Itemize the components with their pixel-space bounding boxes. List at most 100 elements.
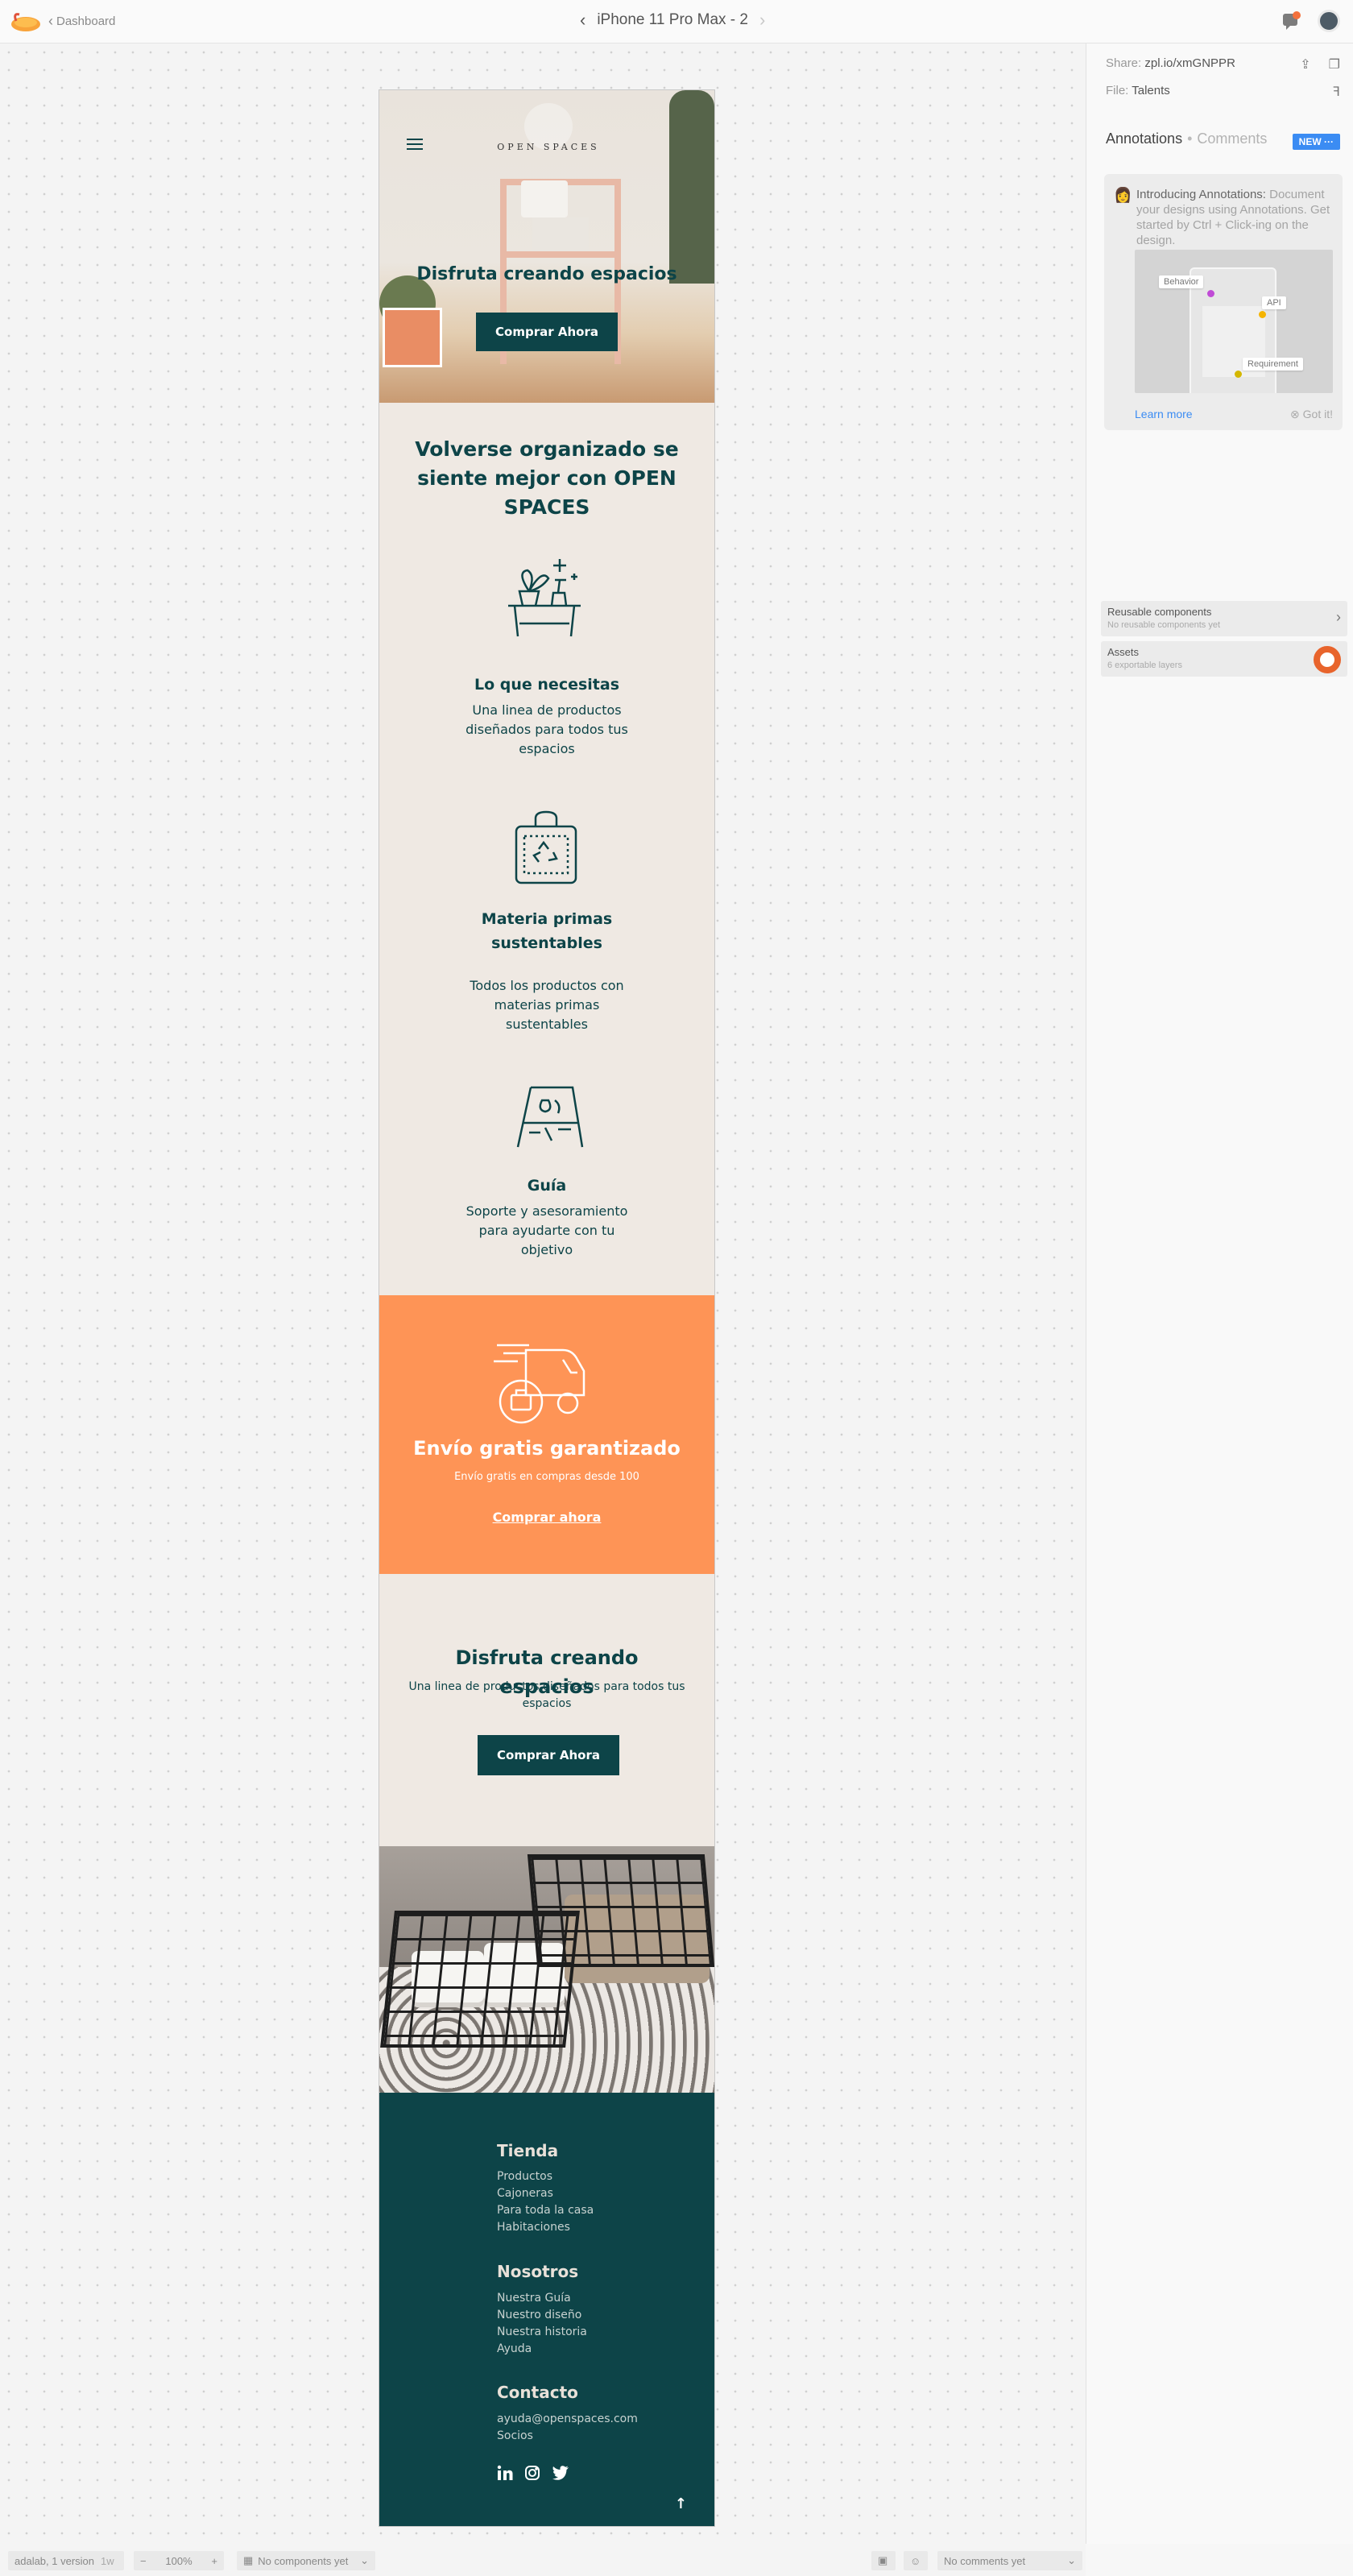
notifications-icon[interactable] bbox=[1281, 10, 1301, 31]
illus-tag: Behavior bbox=[1159, 275, 1204, 288]
file-row: File: Talents bbox=[1106, 84, 1170, 97]
chevron-down-icon: ⌄ bbox=[360, 2554, 369, 2566]
footer-link[interactable]: Para toda la casa bbox=[497, 2202, 594, 2219]
footer-email-link[interactable]: ayuda@openspaces.com bbox=[497, 2411, 638, 2428]
version-info[interactable]: adalab, 1 version 1w bbox=[8, 2551, 124, 2570]
new-badge: NEW ··· bbox=[1292, 134, 1340, 150]
footer-heading: Tienda bbox=[497, 2141, 559, 2160]
section-title: Volverse organizado se siente mejor con … bbox=[415, 437, 679, 519]
footer: Tienda Productos Cajoneras Para toda la … bbox=[379, 2093, 714, 2526]
got-it-label: Got it! bbox=[1302, 408, 1333, 420]
footer-heading: Nosotros bbox=[497, 2262, 579, 2281]
zeplin-logo-icon[interactable] bbox=[8, 6, 43, 35]
footer-link[interactable]: Ayuda bbox=[497, 2341, 532, 2358]
shipping-title: Envío gratis garantizado bbox=[413, 1437, 681, 1460]
screen-navigator: ‹ iPhone 11 Pro Max - 2 › bbox=[580, 10, 765, 31]
wire-basket bbox=[383, 308, 442, 367]
assets-section[interactable]: Assets 6 exportable layers bbox=[1101, 641, 1347, 677]
got-it-button[interactable]: ⊗ Got it! bbox=[1290, 408, 1333, 421]
panel-tabs: Annotations • Comments bbox=[1106, 130, 1268, 147]
top-bar: ‹ Dashboard ‹ iPhone 11 Pro Max - 2 › bbox=[0, 0, 1353, 43]
hamburger-menu-icon[interactable] bbox=[407, 135, 423, 153]
guide-board-icon bbox=[516, 1086, 584, 1148]
linkedin-icon[interactable] bbox=[497, 2465, 513, 2481]
footer-link[interactable]: Socios bbox=[497, 2428, 533, 2445]
brand-logo[interactable]: OPEN SPACES bbox=[492, 103, 605, 168]
feature-description: Soporte y asesoramiento para ayudarte co… bbox=[465, 1203, 628, 1257]
hero-buy-button[interactable]: Comprar Ahora bbox=[476, 313, 618, 351]
close-circle-icon: ⊗ bbox=[1290, 408, 1300, 420]
user-filter-icon[interactable]: ☺ bbox=[904, 2551, 928, 2570]
instagram-icon[interactable] bbox=[524, 2465, 540, 2481]
assets-subtitle: 6 exportable layers bbox=[1107, 661, 1182, 670]
bottom-bar: adalab, 1 version 1w − 100% + ▦ No compo… bbox=[0, 2544, 1086, 2576]
components-dropdown[interactable]: ▦ No components yet ⌄ bbox=[237, 2551, 375, 2570]
annotations-illustration: Behavior API Requirement bbox=[1135, 250, 1333, 393]
feature-title: Materia primas sustentables bbox=[379, 907, 714, 955]
learn-more-link[interactable]: Learn more bbox=[1135, 408, 1193, 420]
assets-title: Assets bbox=[1107, 646, 1140, 658]
comments-label: No comments yet bbox=[944, 2554, 1026, 2567]
feature-description: Todos los productos con materias primas … bbox=[470, 978, 624, 1032]
chevron-down-icon: ⌄ bbox=[1067, 2554, 1076, 2566]
footer-link[interactable]: Nuestra historia bbox=[497, 2324, 587, 2341]
tab-comments[interactable]: Comments bbox=[1197, 130, 1267, 147]
cta-description: Una linea de productos diseñados para to… bbox=[408, 1680, 685, 1710]
woman-emoji-icon: 👩 bbox=[1114, 187, 1132, 203]
reusable-subtitle: No reusable components yet bbox=[1107, 620, 1221, 630]
image-toggle-icon[interactable]: ▣ bbox=[871, 2551, 896, 2570]
annotations-intro-card: 👩 Introducing Annotations: Document your… bbox=[1104, 174, 1343, 430]
baskets-photo bbox=[379, 1846, 714, 2093]
reusable-title: Reusable components bbox=[1107, 606, 1212, 618]
intro-title: Introducing Annotations: bbox=[1136, 188, 1266, 201]
social-links bbox=[497, 2465, 569, 2481]
zoom-level: 100% bbox=[165, 2554, 192, 2567]
cactus-plant bbox=[669, 90, 714, 284]
share-label: Share: bbox=[1106, 56, 1142, 70]
intro-text: Introducing Annotations: Document your d… bbox=[1136, 187, 1334, 248]
feature-title: Lo que necesitas bbox=[474, 676, 619, 694]
file-label: File: bbox=[1106, 84, 1129, 97]
shipping-buy-link[interactable]: Comprar ahora bbox=[379, 1510, 714, 1525]
screen-title: iPhone 11 Pro Max - 2 bbox=[597, 11, 748, 28]
storage-box bbox=[532, 217, 589, 251]
comments-dropdown[interactable]: No comments yet ⌄ bbox=[937, 2551, 1082, 2570]
user-avatar[interactable] bbox=[1318, 10, 1340, 32]
plants-table-icon bbox=[508, 559, 581, 637]
version-label: adalab, 1 version bbox=[14, 2554, 95, 2567]
previous-screen-icon[interactable]: ‹ bbox=[580, 10, 585, 31]
components-icon: ▦ bbox=[243, 2554, 254, 2566]
footer-link[interactable]: Habitaciones bbox=[497, 2219, 570, 2236]
dashboard-link[interactable]: ‹ Dashboard bbox=[48, 13, 115, 30]
twitter-icon[interactable] bbox=[552, 2465, 569, 2481]
version-age: 1w bbox=[101, 2554, 114, 2567]
cta-buy-button[interactable]: Comprar Ahora bbox=[478, 1735, 619, 1775]
zoom-out-icon[interactable]: − bbox=[140, 2555, 147, 2567]
feature-title-text: Materia primas sustentables bbox=[481, 910, 613, 952]
footer-link[interactable]: Nuestra Guía bbox=[497, 2290, 571, 2307]
iphone-artboard[interactable]: OPEN SPACES Disfruta creando espacios Co… bbox=[379, 90, 714, 2526]
footer-heading: Contacto bbox=[497, 2383, 578, 2402]
components-label: No components yet bbox=[258, 2554, 349, 2567]
scroll-top-icon[interactable]: ↑ bbox=[675, 2495, 687, 2512]
zoom-control: − 100% + bbox=[134, 2551, 224, 2570]
footer-link[interactable]: Nuestro diseño bbox=[497, 2307, 581, 2324]
new-badge-label: NEW bbox=[1298, 136, 1322, 147]
copy-icon[interactable]: ❐ bbox=[1329, 56, 1340, 72]
footer-link[interactable]: Productos bbox=[497, 2168, 552, 2185]
footer-link[interactable]: Cajoneras bbox=[497, 2185, 553, 2202]
chevron-right-icon: › bbox=[1336, 609, 1341, 625]
share-url[interactable]: zpl.io/xmGNPPR bbox=[1144, 56, 1235, 70]
export-icon[interactable]: ⇪ bbox=[1300, 56, 1310, 72]
dashboard-link-label: Dashboard bbox=[56, 14, 116, 28]
tab-annotations[interactable]: Annotations bbox=[1106, 130, 1182, 147]
help-lifebuoy-icon[interactable] bbox=[1314, 646, 1341, 673]
brand-wordmark: OPEN SPACES bbox=[497, 142, 600, 152]
reusable-components-section[interactable]: Reusable components No reusable componen… bbox=[1101, 601, 1347, 636]
next-screen-icon[interactable]: › bbox=[759, 10, 765, 31]
chevron-left-icon: ‹ bbox=[48, 13, 53, 29]
file-name[interactable]: Talents bbox=[1132, 84, 1170, 97]
illus-tag: API bbox=[1262, 296, 1286, 309]
figma-icon[interactable]: ꟻ bbox=[1333, 84, 1340, 100]
zoom-in-icon[interactable]: + bbox=[211, 2555, 217, 2567]
